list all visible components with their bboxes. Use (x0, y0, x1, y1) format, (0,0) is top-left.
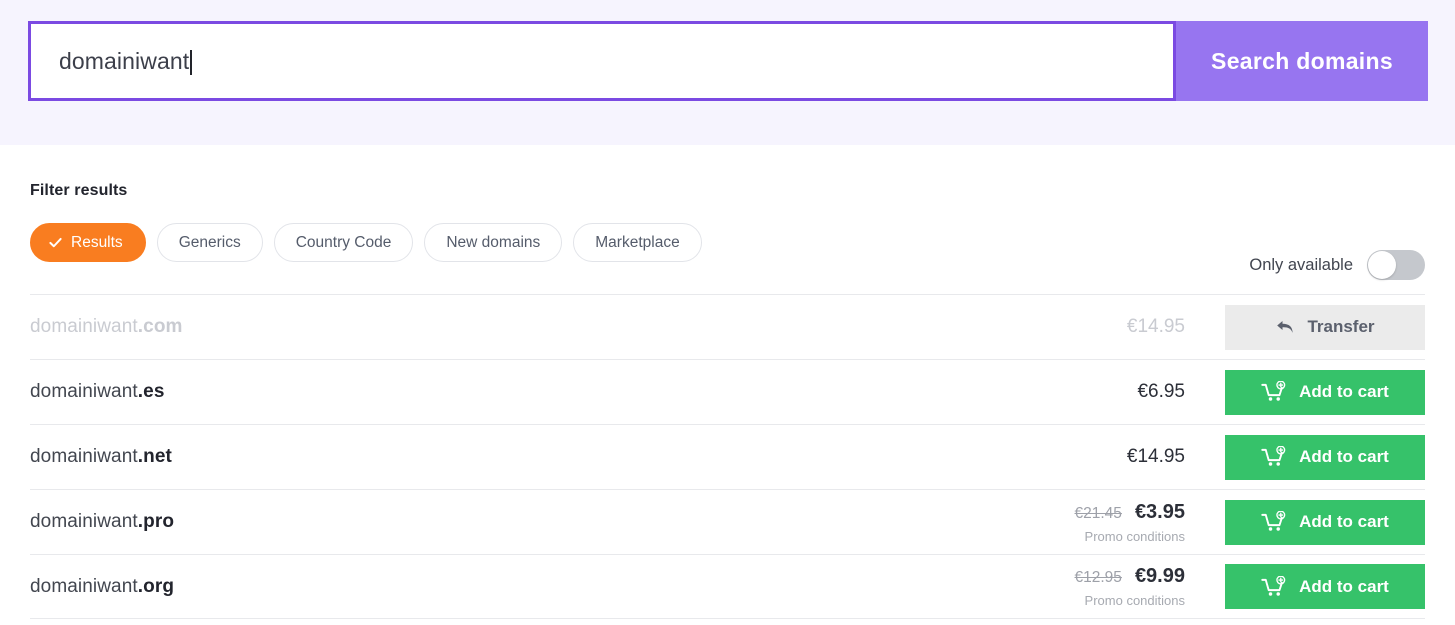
domain-sld: domainiwant (30, 316, 138, 337)
cart-plus-icon (1261, 446, 1287, 468)
transfer-button[interactable]: Transfer (1225, 304, 1425, 350)
promo-conditions-link[interactable]: Promo conditions (1085, 593, 1185, 608)
domain-price: €14.95 (1126, 446, 1185, 467)
only-available-control: Only available (1249, 250, 1425, 280)
transfer-arrow-icon (1275, 319, 1295, 335)
table-row: domainiwant.com €14.95 Transfer (30, 294, 1425, 359)
action-label: Add to cart (1299, 447, 1389, 466)
domain-name: domainiwant.com (30, 316, 1065, 338)
domain-old-price: €12.95 (1074, 569, 1122, 586)
add-to-cart-button[interactable]: Add to cart (1225, 499, 1425, 545)
price-line: €21.45 €3.95 (1075, 501, 1185, 524)
cart-plus-icon (1261, 575, 1287, 598)
text-caret (190, 49, 192, 75)
action-label: Add to cart (1299, 512, 1389, 531)
add-to-cart-button[interactable]: Add to cart (1225, 564, 1425, 609)
domain-price: €14.95 (1126, 316, 1185, 337)
domain-name: domainiwant.org (30, 576, 1065, 598)
domain-sld: domainiwant (30, 446, 138, 467)
price-cell: €14.95 (1065, 446, 1185, 468)
price-line: €14.95 (1127, 446, 1185, 468)
domain-price: €9.99 (1134, 565, 1185, 587)
cart-plus-icon (1261, 511, 1287, 533)
table-row: domainiwant.es €6.95 Add to cart (30, 359, 1425, 424)
domain-search-input[interactable]: domainiwant (28, 21, 1176, 101)
price-cell: €21.45 €3.95 Promo conditions (1065, 501, 1185, 544)
action-label: Add to cart (1299, 576, 1389, 596)
filter-chip-label: Results (71, 233, 123, 251)
action-label: Transfer (1307, 317, 1375, 336)
cart-plus-icon (1261, 381, 1287, 403)
filter-chip-country-code[interactable]: Country Code (273, 223, 414, 262)
domain-old-price: €21.45 (1074, 504, 1122, 522)
domain-tld: .com (137, 316, 183, 337)
check-icon (48, 235, 63, 250)
only-available-toggle[interactable] (1367, 250, 1425, 280)
domain-tld: .es (137, 381, 165, 402)
price-cell: €14.95 (1065, 316, 1185, 338)
promo-conditions-link[interactable]: Promo conditions (1085, 529, 1185, 544)
domain-sld: domainiwant (30, 511, 138, 532)
domain-results-list: domainiwant.com €14.95 Transfer domainiw… (0, 294, 1455, 619)
domain-tld: .org (137, 575, 175, 597)
domain-sld: domainiwant (30, 575, 138, 597)
filter-chip-new-domains[interactable]: New domains (424, 223, 563, 262)
table-row: domainiwant.org €12.95 €9.99 Promo condi… (30, 554, 1425, 619)
price-line: €6.95 (1137, 381, 1185, 403)
price-line: €14.95 (1127, 316, 1185, 338)
filter-results-title: Filter results (30, 182, 128, 199)
table-row: domainiwant.pro €21.45 €3.95 Promo condi… (30, 489, 1425, 554)
search-band: domainiwant Search domains (0, 0, 1455, 145)
add-to-cart-button[interactable]: Add to cart (1225, 369, 1425, 415)
filter-chips: Results Generics Country Code New domain… (30, 223, 1425, 262)
domain-name: domainiwant.pro (30, 511, 1065, 533)
toggle-knob (1368, 251, 1396, 279)
filter-chip-results[interactable]: Results (30, 223, 146, 262)
domain-name: domainiwant.net (30, 446, 1065, 468)
action-label: Add to cart (1299, 382, 1389, 401)
domain-tld: .net (137, 446, 172, 467)
table-row: domainiwant.net €14.95 Add to cart (30, 424, 1425, 489)
price-line: €12.95 €9.99 (1075, 565, 1185, 588)
add-to-cart-button[interactable]: Add to cart (1225, 434, 1425, 480)
filter-section: Filter results Results Generics Country … (0, 145, 1455, 280)
search-input-value: domainiwant (59, 47, 190, 74)
search-bar: domainiwant Search domains (28, 21, 1428, 101)
filter-chip-marketplace[interactable]: Marketplace (573, 223, 702, 262)
price-cell: €6.95 (1065, 381, 1185, 403)
domain-sld: domainiwant (30, 381, 138, 402)
domain-tld: .pro (137, 511, 175, 532)
price-cell: €12.95 €9.99 Promo conditions (1065, 565, 1185, 608)
filter-chip-generics[interactable]: Generics (156, 223, 263, 262)
search-domains-button[interactable]: Search domains (1176, 21, 1428, 101)
domain-name: domainiwant.es (30, 381, 1065, 403)
only-available-label: Only available (1249, 255, 1353, 274)
domain-price: €3.95 (1134, 500, 1185, 523)
domain-price: €6.95 (1137, 381, 1185, 402)
